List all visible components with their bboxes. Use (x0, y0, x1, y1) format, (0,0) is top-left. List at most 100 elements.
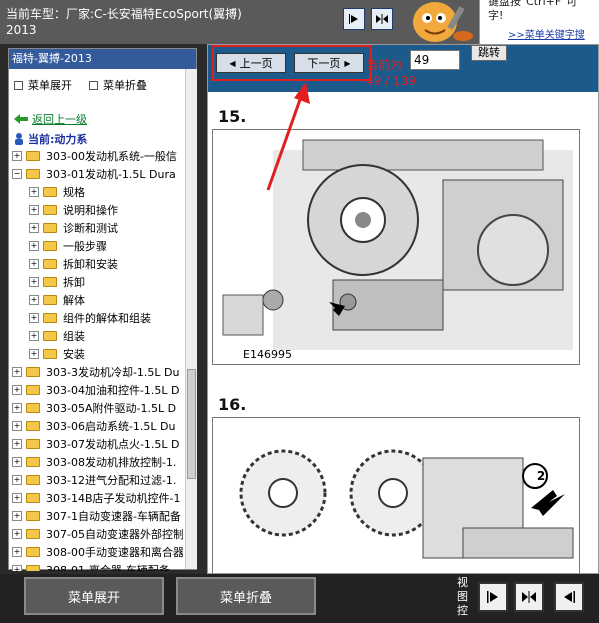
split-view-icon (522, 591, 536, 603)
folder-icon (43, 241, 57, 251)
tree-item[interactable]: − 303-01发动机-1.5L Dura (12, 165, 176, 183)
sidebar-scroll-thumb[interactable] (187, 369, 196, 479)
jump-button[interactable]: 跳转 (471, 45, 507, 61)
tree-item[interactable]: + 安装 (29, 345, 85, 363)
tree-item-label: 拆卸和安装 (63, 258, 118, 271)
expand-toggle-icon[interactable]: + (12, 403, 22, 413)
folder-icon (26, 439, 40, 449)
current-label: 当前:动力系 (28, 133, 88, 146)
page-count: 49 / 139 (366, 74, 416, 88)
expand-toggle-icon[interactable]: + (29, 277, 39, 287)
back-link[interactable]: 返回上一级 (14, 111, 87, 127)
view-right-button[interactable] (343, 8, 365, 30)
collapse-toggle-icon[interactable]: − (12, 169, 22, 179)
expand-toggle-icon[interactable]: + (29, 223, 39, 233)
sidebar-scrollbar[interactable] (185, 69, 197, 569)
expand-toggle-icon[interactable]: + (29, 331, 39, 341)
expand-toggle-icon[interactable]: + (12, 529, 22, 539)
tree-item-label: 307-1自动变速器-车辆配备 (46, 510, 181, 523)
back-label: 返回上一级 (32, 113, 87, 126)
tree-item[interactable]: + 组装 (29, 327, 85, 345)
tree-item[interactable]: + 拆卸和安装 (29, 255, 118, 273)
tree-item-label: 303-06启动系统-1.5L Du (46, 420, 176, 433)
expand-toggle-icon[interactable]: + (29, 187, 39, 197)
expand-toggle-icon[interactable]: + (12, 511, 22, 521)
folder-icon (26, 547, 40, 557)
page-label: 当前为 (366, 58, 403, 72)
expand-toggle-icon[interactable]: + (29, 259, 39, 269)
folder-icon (43, 331, 57, 341)
tree-item[interactable]: +303-3发动机冷却-1.5L Du (12, 363, 180, 381)
sidebar-title: 福特-翼搏-2013 (9, 49, 196, 69)
expand-menu-button[interactable]: 菜单展开 (24, 577, 164, 615)
expand-toggle-icon[interactable]: + (29, 205, 39, 215)
tree-item-label: 诊断和测试 (63, 222, 118, 235)
tree-item[interactable]: +303-12进气分配和过滤-1. (12, 471, 176, 489)
tree-item[interactable]: +307-05自动变速器外部控制 (12, 525, 183, 543)
expand-toggle-icon[interactable]: + (12, 367, 22, 377)
tree-item[interactable]: + 说明和操作 (29, 201, 118, 219)
tree-item[interactable]: +308-01-离合器-车辆配备 (12, 561, 170, 571)
tree-item[interactable]: + 组件的解体和组装 (29, 309, 151, 327)
tree-item[interactable]: +303-08发动机排放控制-1. (12, 453, 176, 471)
folder-icon (26, 493, 40, 503)
expand-toggle-icon[interactable]: + (12, 151, 22, 161)
current-location: 当前:动力系 (14, 131, 87, 147)
tree-item-label: 303-14B店子发动机控件-1 (46, 492, 181, 505)
tree-item[interactable]: +308-00手动变速器和离合器 (12, 543, 183, 561)
tree-item[interactable]: + 一般步骤 (29, 237, 107, 255)
expand-toggle-icon[interactable]: + (29, 295, 39, 305)
folder-icon (43, 349, 57, 359)
folder-icon (26, 421, 40, 431)
folder-icon (43, 223, 57, 233)
tree-item[interactable]: +307-1自动变速器-车辆配备 (12, 507, 181, 525)
expand-toggle-icon[interactable]: + (12, 439, 22, 449)
folder-icon (43, 295, 57, 305)
tree-item[interactable]: +303-00发动机系统-一般信 (12, 147, 177, 165)
tree-item[interactable]: + 拆卸 (29, 273, 85, 291)
bottom-toolbar: 菜单展开 菜单折叠 视图控 (0, 574, 599, 623)
tree-item-label: 303-07发动机点火-1.5L D (46, 438, 180, 451)
search-tip-link[interactable]: >>菜单关键字搜 (508, 26, 585, 41)
tree-item[interactable]: +303-07发动机点火-1.5L D (12, 435, 180, 453)
search-tip-text: 键盘按"Ctrl+F"可 字! (488, 0, 578, 22)
expand-toggle-icon[interactable]: + (12, 475, 22, 485)
expand-toggle-icon[interactable]: + (12, 421, 22, 431)
tree-item-label: 303-00发动机系统-一般信 (46, 150, 177, 163)
tree-item[interactable]: + 诊断和测试 (29, 219, 118, 237)
figure-label: E146995 (243, 348, 292, 361)
folder-icon (26, 475, 40, 485)
tree-item-label: 303-3发动机冷却-1.5L Du (46, 366, 180, 379)
tree-item[interactable]: +303-04加油和控件-1.5L D (12, 381, 180, 399)
tree-item-label: 规格 (63, 186, 85, 199)
step-number: 15. (218, 107, 247, 126)
view-right-button[interactable] (478, 582, 508, 612)
expand-toggle-icon[interactable]: + (12, 565, 22, 571)
sidebar-expand-link[interactable]: 菜单展开 (14, 77, 72, 93)
tree-item[interactable]: +303-06启动系统-1.5L Du (12, 417, 176, 435)
split-view-icon (376, 14, 388, 24)
expand-toggle-icon[interactable]: + (29, 349, 39, 359)
expand-toggle-icon[interactable]: + (12, 547, 22, 557)
expand-toggle-icon[interactable]: + (12, 493, 22, 503)
tree-item[interactable]: + 解体 (29, 291, 85, 309)
window-title: 当前车型：厂家:C-长安福特EcoSport(翼搏) 2013 (6, 7, 242, 37)
tree-item[interactable]: + 规格 (29, 183, 85, 201)
folder-icon (26, 511, 40, 521)
view-left-button[interactable] (554, 582, 584, 612)
expand-toggle-icon[interactable]: + (12, 385, 22, 395)
collapse-menu-button[interactable]: 菜单折叠 (176, 577, 316, 615)
expand-icon (14, 80, 23, 90)
expand-toggle-icon[interactable]: + (29, 241, 39, 251)
tree-item[interactable]: +303-05A附件驱动-1.5L D (12, 399, 176, 417)
view-split-button[interactable] (371, 8, 393, 30)
callout-number: 2 (536, 469, 546, 483)
expand-toggle-icon[interactable]: + (29, 313, 39, 323)
view-control-label: 视图控 (457, 576, 468, 617)
tree-item[interactable]: +303-14B店子发动机控件-1 (12, 489, 180, 507)
expand-toggle-icon[interactable]: + (12, 457, 22, 467)
sidebar-collapse-link[interactable]: 菜单折叠 (89, 77, 147, 93)
view-split-button[interactable] (514, 582, 544, 612)
page-input[interactable] (410, 50, 460, 70)
arrow-left-icon (564, 591, 575, 603)
